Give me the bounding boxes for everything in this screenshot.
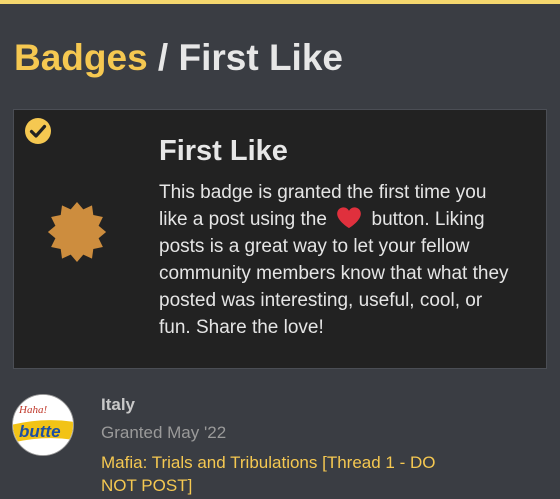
badge-grant-row: Haha! butte Italy Granted May '22 Mafia:… [0,385,560,499]
breadcrumb-separator: / [147,37,179,78]
badge-bronze-starburst-icon [47,202,107,262]
badge-title: First Like [159,135,288,167]
header-accent-bar [0,0,560,4]
user-avatar[interactable]: Haha! butte [12,394,74,456]
username-link[interactable]: Italy [101,395,135,415]
badge-description: This badge is granted the first time you… [159,179,514,341]
avatar-text: Haha! [18,404,47,416]
breadcrumb-current: First Like [178,37,344,78]
breadcrumb-badges-link[interactable]: Badges [14,37,148,78]
breadcrumb: Badges / First Like [14,32,343,84]
badge-card: First Like This badge is granted the fir… [13,109,547,369]
granted-date: Granted May '22 [101,423,227,442]
heart-icon [337,207,362,229]
avatar-brand: butte [19,422,61,441]
check-circle-icon [25,118,51,144]
butter-logo-avatar: Haha! butte [13,395,73,455]
topic-link[interactable]: Mafia: Trials and Tribulations [Thread 1… [101,451,471,497]
